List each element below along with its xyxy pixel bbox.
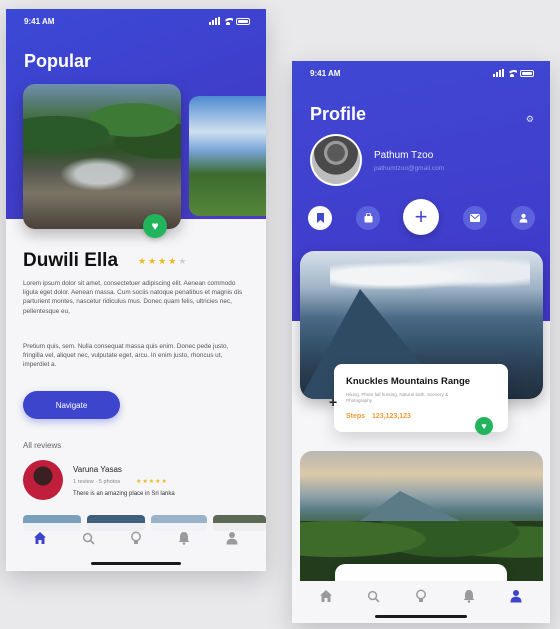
status-bar: 9:41 AM xyxy=(310,69,534,81)
all-reviews-link[interactable]: All reviews xyxy=(23,441,61,450)
wifi-icon xyxy=(223,17,233,25)
reviewer-name: Varuna Yasas xyxy=(73,465,122,474)
tab-ideas[interactable] xyxy=(124,526,148,550)
card-title: Knuckles Mountains Range xyxy=(346,376,471,387)
signal-icon xyxy=(493,69,504,77)
bag-button[interactable] xyxy=(356,206,380,230)
user-icon xyxy=(510,590,522,603)
review-text: There is an amazing place in Sri lanka xyxy=(73,491,175,497)
review-stars: ★★★★★ xyxy=(136,479,168,485)
cursor-plus-icon: + xyxy=(329,394,338,410)
reviewer-meta: 1 review · 5 photos xyxy=(73,479,121,485)
star-empty-icon: ★ xyxy=(178,256,189,266)
page-title: Popular xyxy=(24,51,92,71)
landscape-image-card[interactable] xyxy=(300,451,543,581)
tab-search[interactable] xyxy=(361,584,385,608)
place-title: Duwili Ella xyxy=(23,250,119,271)
star-icon: ★ xyxy=(168,256,179,266)
page-title: Profile xyxy=(310,104,367,124)
user-email: pathumtzoo@gmail.com xyxy=(374,165,445,172)
card-tags: Hiking, Photo fall hunting, Natural bath… xyxy=(346,392,449,403)
bookmark-button[interactable] xyxy=(308,206,332,230)
battery-icon xyxy=(236,17,250,25)
rating-stars: ★★★★★ xyxy=(138,256,188,267)
signal-icon xyxy=(209,17,220,25)
plus-icon: + xyxy=(414,204,428,229)
user-name: Pathum Tzoo xyxy=(374,150,434,161)
mail-button[interactable] xyxy=(463,206,487,230)
search-icon xyxy=(367,590,380,602)
bag-icon xyxy=(364,213,372,223)
profile-avatar[interactable] xyxy=(310,134,362,186)
star-icon: ★ xyxy=(138,256,149,266)
mail-icon xyxy=(470,214,480,222)
user-icon xyxy=(226,532,238,545)
bulb-icon xyxy=(416,589,426,602)
bell-icon xyxy=(463,590,475,603)
star-icon: ★ xyxy=(148,256,159,266)
navigate-button[interactable]: Navigate xyxy=(23,391,120,419)
tab-bar xyxy=(6,523,266,553)
home-indicator xyxy=(375,615,467,618)
home-icon xyxy=(319,590,332,602)
battery-icon xyxy=(520,69,534,77)
heart-icon: ♥ xyxy=(481,421,487,431)
add-button[interactable]: + xyxy=(403,199,439,235)
status-time: 9:41 AM xyxy=(24,17,55,26)
star-icon: ★ xyxy=(158,256,169,266)
place-description-2: Pretium quis, sem. Nulla consequat massa… xyxy=(23,343,229,369)
bulb-icon xyxy=(131,531,141,544)
tab-profile[interactable] xyxy=(504,584,528,608)
popular-screen: 9:41 AM Popular ♥ Duwili Ella ★★★★★ Lore… xyxy=(6,9,266,571)
place-image-card[interactable] xyxy=(23,84,181,229)
place-description: Lorem ipsum dolor sit amet, consectetuer… xyxy=(23,280,243,315)
tab-notifications[interactable] xyxy=(172,526,196,550)
tab-search[interactable] xyxy=(76,526,100,550)
favorite-heart-button[interactable]: ♥ xyxy=(143,214,167,238)
wifi-icon xyxy=(507,69,517,77)
tab-notifications[interactable] xyxy=(457,584,481,608)
search-icon xyxy=(82,532,94,544)
account-button[interactable] xyxy=(511,206,535,230)
tab-home[interactable] xyxy=(28,526,52,550)
next-place-card[interactable] xyxy=(189,96,266,216)
profile-screen: 9:41 AM Profile ⚙ Pathum Tzoo pathumtzoo… xyxy=(292,61,550,623)
tab-profile[interactable] xyxy=(220,526,244,550)
user-icon xyxy=(519,213,527,223)
bell-icon xyxy=(178,532,190,545)
settings-gear-icon[interactable]: ⚙ xyxy=(526,114,534,125)
tab-ideas[interactable] xyxy=(409,584,433,608)
tab-home[interactable] xyxy=(314,584,338,608)
status-time: 9:41 AM xyxy=(310,69,341,78)
tab-bar xyxy=(292,581,550,611)
bookmark-icon xyxy=(316,213,324,223)
steps-value: 123,123,123 xyxy=(372,413,411,420)
home-indicator xyxy=(91,562,181,565)
reviewer-avatar[interactable] xyxy=(23,460,63,500)
status-bar: 9:41 AM xyxy=(24,17,250,29)
steps-label: Steps xyxy=(346,413,366,420)
heart-icon: ♥ xyxy=(151,219,159,233)
profile-actions: + xyxy=(308,199,538,235)
favorite-heart-button[interactable]: ♥ xyxy=(475,417,493,435)
home-icon xyxy=(34,532,46,544)
